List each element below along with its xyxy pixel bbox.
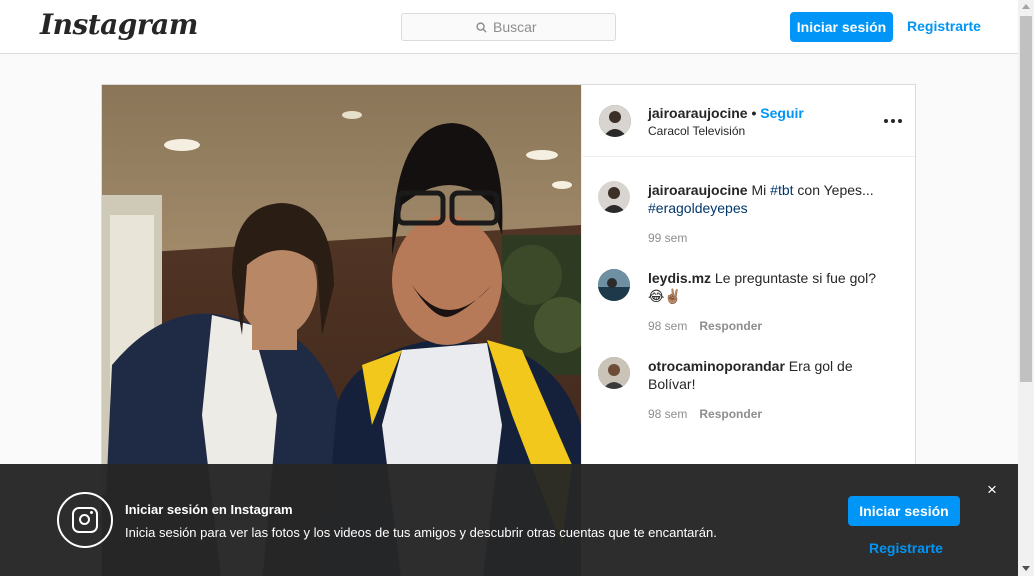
author-avatar[interactable] [599, 105, 631, 137]
follow-button[interactable]: Seguir [760, 105, 804, 121]
separator-dot: • [751, 105, 757, 121]
commenter-avatar[interactable] [598, 357, 630, 389]
reply-button[interactable]: Responder [699, 407, 762, 421]
scroll-up-arrow-icon[interactable] [1022, 4, 1030, 9]
post-author-line: jairoaraujocine • Seguir [648, 105, 804, 121]
hashtag-link[interactable]: #eragoldeyepes [648, 200, 748, 216]
search-icon [476, 21, 487, 33]
list-item: otrocaminoporandar Era gol de Bolívar! 9… [598, 357, 898, 427]
banner-register-link[interactable]: Registrarte [869, 540, 943, 556]
comment-time[interactable]: 99 sem [648, 231, 687, 245]
comment-meta: 98 sem Responder [648, 407, 762, 421]
instagram-glyph-icon [57, 492, 113, 548]
comment-meta: 98 sem Responder [648, 319, 762, 333]
list-item: leydis.mz Le preguntaste si fue gol? 😂✌🏽… [598, 269, 898, 339]
comment-text: jairoaraujocine Mi #tbt con Yepes... #er… [648, 181, 898, 217]
post-location[interactable]: Caracol Televisión [648, 124, 745, 138]
banner-subtitle: Inicia sesión para ver las fotos y los v… [125, 525, 717, 540]
comment-time[interactable]: 98 sem [648, 407, 687, 421]
comment-text: otrocaminoporandar Era gol de Bolívar! [648, 357, 898, 393]
register-link[interactable]: Registrarte [907, 18, 981, 34]
hashtag-link[interactable]: #tbt [770, 182, 793, 198]
caption-comment: jairoaraujocine Mi #tbt con Yepes... #er… [598, 181, 898, 251]
login-button[interactable]: Iniciar sesión [790, 12, 893, 42]
close-icon[interactable]: × [987, 481, 997, 498]
instagram-logo[interactable]: Instagram [40, 8, 198, 41]
comment-body: Mi [751, 182, 771, 198]
commenter-avatar[interactable] [598, 269, 630, 301]
scrollbar-thumb[interactable] [1020, 16, 1032, 382]
comment-body: con Yepes... [793, 182, 874, 198]
comment-body: Le preguntaste si fue gol? [714, 270, 877, 286]
login-prompt-banner: Iniciar sesión en Instagram Inicia sesió… [0, 464, 1018, 576]
author-username[interactable]: jairoaraujocine [648, 105, 748, 121]
comment-meta: 99 sem [648, 231, 687, 245]
banner-login-button[interactable]: Iniciar sesión [848, 496, 960, 526]
more-options-icon[interactable] [884, 119, 902, 123]
search-input[interactable]: Buscar [401, 13, 616, 41]
scroll-down-arrow-icon[interactable] [1022, 566, 1030, 571]
comment-time[interactable]: 98 sem [648, 319, 687, 333]
reply-button[interactable]: Responder [699, 319, 762, 333]
banner-title: Iniciar sesión en Instagram [125, 502, 293, 517]
comment-emoji: 😂✌🏽 [648, 288, 682, 304]
comment-username[interactable]: jairoaraujocine [648, 182, 748, 198]
search-placeholder: Buscar [493, 19, 537, 35]
comment-text: leydis.mz Le preguntaste si fue gol? 😂✌🏽 [648, 269, 898, 305]
page-scrollbar[interactable] [1018, 0, 1034, 576]
comment-username[interactable]: otrocaminoporandar [648, 358, 785, 374]
comment-username[interactable]: leydis.mz [648, 270, 711, 286]
author-avatar[interactable] [598, 181, 630, 213]
post-header: jairoaraujocine • Seguir Caracol Televis… [582, 85, 915, 157]
top-navbar: Instagram Buscar Iniciar sesión Registra… [0, 0, 1018, 54]
